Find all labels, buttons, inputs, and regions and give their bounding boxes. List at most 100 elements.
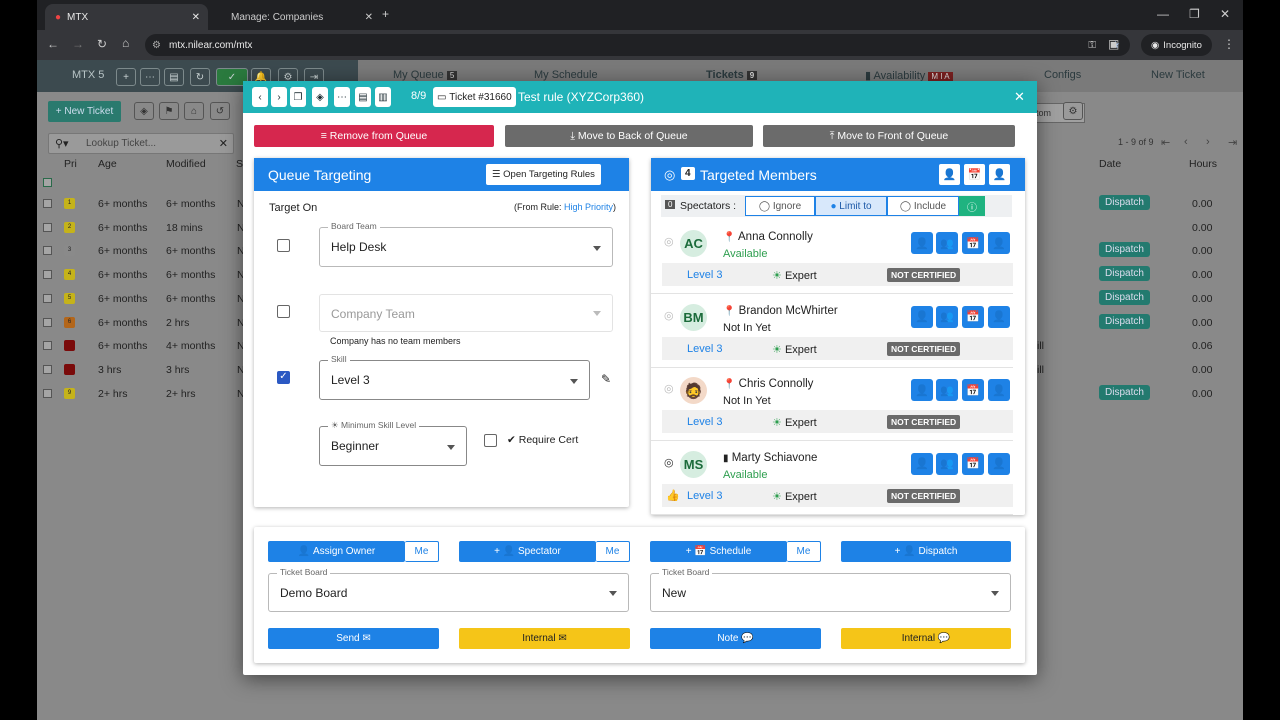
side-panel-icon[interactable]: ▣ <box>1108 37 1119 51</box>
new-tab-icon[interactable]: + <box>382 7 389 21</box>
skill-checkbox[interactable]: ✓ <box>277 371 290 384</box>
row-checkbox[interactable] <box>43 199 52 208</box>
internal-note-button[interactable]: Internal 💬 <box>841 628 1011 649</box>
browser-tab[interactable]: Manage: Companies ✕ <box>221 4 381 30</box>
more-icon[interactable]: ⋯ <box>334 87 350 107</box>
tab-configs[interactable]: Configs <box>1044 69 1081 81</box>
dispatch-button[interactable]: Dispatch <box>1099 266 1150 282</box>
settings-icon[interactable]: ⚙ <box>1063 102 1083 120</box>
dispatch-user-icon[interactable]: 👤 <box>988 379 1010 402</box>
dispatch-button[interactable]: Dispatch <box>1099 289 1150 305</box>
col-modified[interactable]: Modified <box>166 158 206 170</box>
site-info-icon[interactable]: ⚙ <box>152 40 161 51</box>
forward-icon[interactable]: → <box>72 37 84 51</box>
ticket-board-select[interactable]: Ticket Board Demo Board <box>268 567 629 612</box>
note-button[interactable]: Note 💬 <box>650 628 821 649</box>
spectators-include[interactable]: ◯ Include <box>887 196 959 216</box>
new-ticket-button[interactable]: + New Ticket <box>48 101 121 122</box>
remove-from-queue-button[interactable]: ≡ Remove from Queue <box>254 125 494 147</box>
close-tab-icon[interactable]: ✕ <box>365 12 373 23</box>
spectators-ignore[interactable]: ◯ Ignore <box>745 196 815 216</box>
skill-select[interactable]: Skill Level 3 <box>319 354 590 400</box>
ticket-search[interactable]: ⚲▾ Lookup Ticket... ✕ <box>48 133 234 154</box>
send-button[interactable]: Send ✉ <box>268 628 439 649</box>
dispatch-button[interactable]: Dispatch <box>1099 384 1150 400</box>
next-ticket-button[interactable]: › <box>271 87 287 107</box>
ticket-number-badge[interactable]: ▭ Ticket #31660 <box>433 87 516 107</box>
edit-icon[interactable]: ✎ <box>601 372 611 386</box>
home-icon[interactable]: ⌂ <box>122 36 129 50</box>
select-member-icon[interactable]: ◎ <box>664 382 674 395</box>
refresh-icon[interactable]: ↻ <box>190 68 210 86</box>
next-page-icon[interactable]: › <box>1206 136 1210 148</box>
select-member-icon[interactable]: ◎ <box>664 309 674 322</box>
tab-tickets[interactable]: Tickets 9 <box>706 69 758 81</box>
require-cert-checkbox[interactable] <box>484 434 497 447</box>
key-icon[interactable]: ⚿ <box>1088 40 1096 51</box>
tab-my-schedule[interactable]: My Schedule <box>534 69 598 81</box>
tab-my-queue[interactable]: My Queue 5 <box>393 69 458 81</box>
schedule-button[interactable]: + 📅 Schedule <box>650 541 787 562</box>
reload-icon[interactable]: ↻ <box>97 37 107 51</box>
col-pri[interactable]: Pri <box>64 158 77 170</box>
browser-tab-active[interactable]: ● MTX ✕ <box>45 4 208 30</box>
dispatch-user-icon[interactable]: 👤 <box>988 452 1010 475</box>
col-date[interactable]: Date <box>1099 158 1121 170</box>
more-icon[interactable]: ⋯ <box>140 68 160 86</box>
spectator-user-icon[interactable]: 👥 <box>936 305 958 328</box>
flag-icon[interactable]: ⚑ <box>159 102 179 120</box>
company-team-checkbox[interactable] <box>277 305 290 318</box>
board-team-checkbox[interactable] <box>277 239 290 252</box>
back-icon[interactable]: ← <box>47 37 59 51</box>
prev-ticket-button[interactable]: ‹ <box>252 87 268 107</box>
dispatch-button[interactable]: Dispatch <box>1099 313 1150 329</box>
select-member-icon[interactable]: ◎ <box>664 235 674 248</box>
user-icon[interactable]: 👤 <box>939 164 960 185</box>
spectator-user-icon[interactable]: 👥 <box>936 232 958 254</box>
assign-user-icon[interactable]: 👤 <box>911 452 933 475</box>
row-checkbox[interactable] <box>43 293 52 303</box>
board-team-select[interactable]: Board Team Help Desk <box>319 221 613 267</box>
assign-owner-button[interactable]: 👤 Assign Owner <box>268 541 405 562</box>
dispatch-user-icon[interactable]: 👤 <box>988 232 1010 254</box>
add-spectator-button[interactable]: + 👤 Spectator <box>459 541 596 562</box>
row-checkbox[interactable] <box>43 270 52 280</box>
spectators-limit-to[interactable]: ● Limit to <box>815 196 887 216</box>
ticket-status-select[interactable]: Ticket Board New <box>650 567 1011 612</box>
tag-icon[interactable]: ◈ <box>134 102 154 120</box>
open-targeting-rules-button[interactable]: ☰ Open Targeting Rules <box>486 164 601 185</box>
dispatch-button[interactable]: Dispatch <box>1099 242 1150 258</box>
first-page-icon[interactable]: ⇤ <box>1161 136 1170 149</box>
col-s[interactable]: S <box>236 158 243 170</box>
row-checkbox[interactable] <box>43 364 52 374</box>
schedule-user-icon[interactable]: 📅 <box>962 232 984 254</box>
add-icon[interactable]: + <box>116 68 136 86</box>
rule-link[interactable]: High Priority <box>564 202 613 212</box>
assign-user-icon[interactable]: 👤 <box>911 379 933 402</box>
info-icon[interactable]: ⓘ <box>959 196 985 216</box>
dispatch-button[interactable]: Dispatch <box>1099 195 1150 210</box>
incognito-badge[interactable]: ◉ Incognito <box>1141 34 1212 56</box>
last-page-icon[interactable]: ⇥ <box>1228 136 1237 149</box>
calendar-user-icon[interactable]: 📅 <box>964 164 985 185</box>
move-front-button[interactable]: ⤒ Move to Front of Queue <box>763 125 1015 147</box>
select-all-checkbox[interactable] <box>43 178 52 187</box>
schedule-user-icon[interactable]: 📅 <box>962 379 984 402</box>
home-icon[interactable]: ⌂ <box>184 102 204 120</box>
menu-kebab-icon[interactable]: ⋮ <box>1223 37 1235 51</box>
row-checkbox[interactable] <box>43 388 52 398</box>
dispatch-button[interactable]: + 👤 Dispatch <box>841 541 1011 562</box>
user-tie-icon[interactable]: 👤 <box>989 164 1010 185</box>
clear-icon[interactable]: ✕ <box>219 137 228 150</box>
schedule-user-icon[interactable]: 📅 <box>962 305 984 328</box>
prev-page-icon[interactable]: ‹ <box>1184 136 1188 148</box>
clipboard-check-icon[interactable]: ▥ <box>375 87 391 107</box>
assign-user-icon[interactable]: 👤 <box>911 232 933 254</box>
schedule-user-icon[interactable]: 📅 <box>962 452 984 475</box>
tab-new-ticket[interactable]: New Ticket <box>1151 69 1205 81</box>
spectator-me-button[interactable]: Me <box>596 541 630 562</box>
row-checkbox[interactable] <box>43 317 52 327</box>
move-back-button[interactable]: ⤓ Move to Back of Queue <box>505 125 753 147</box>
close-window-icon[interactable]: ✕ <box>1220 7 1230 21</box>
min-skill-select[interactable]: ☀ Minimum Skill Level Beginner <box>319 420 467 466</box>
